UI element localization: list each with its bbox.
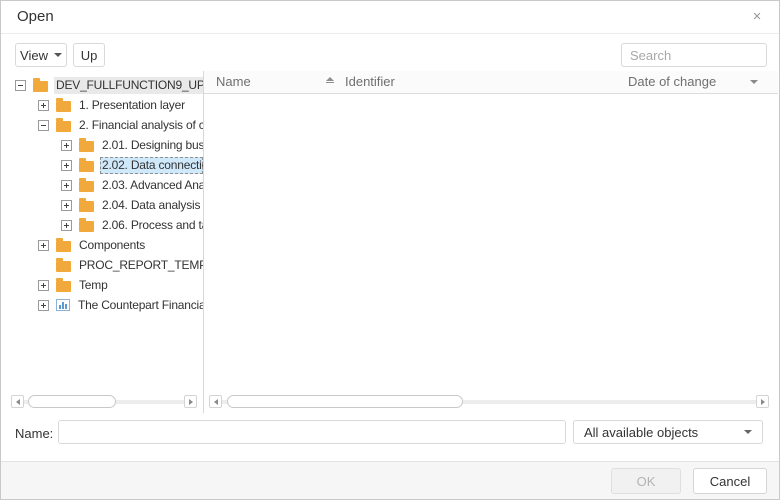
tree-item-label: 1. Presentation layer: [77, 97, 203, 114]
folder-icon: [56, 121, 71, 132]
scroll-right-icon[interactable]: [184, 395, 197, 408]
tree-horizontal-scrollbar: [11, 395, 197, 409]
tree-item-label: 2. Financial analysis of cou: [77, 117, 203, 134]
expand-plus-icon[interactable]: [38, 240, 49, 251]
tree-item-label: 2.04. Data analysis an: [100, 197, 203, 214]
column-header-name[interactable]: Name: [216, 74, 251, 89]
tree-item[interactable]: 2.04. Data analysis an: [2, 195, 203, 215]
tree-item[interactable]: 2.03. Advanced Analyti: [2, 175, 203, 195]
dialog-title: Open: [17, 8, 54, 25]
sort-ascending-icon: [326, 77, 334, 83]
name-input[interactable]: [58, 420, 566, 444]
up-button[interactable]: Up: [73, 43, 105, 67]
tree-item-label: The Countepart Financial A: [76, 297, 203, 314]
tree-item[interactable]: 2.02. Data connection: [2, 155, 203, 175]
folder-icon: [79, 221, 94, 232]
file-list-body: [204, 94, 778, 393]
folder-icon: [79, 201, 94, 212]
tree-item[interactable]: 2. Financial analysis of cou: [2, 115, 203, 135]
tree-item[interactable]: DEV_FULLFUNCTION9_UPD: [2, 75, 203, 95]
footer-bar: OK Cancel: [1, 461, 779, 499]
tree-item-label: PROC_REPORT_TEMPLA: [77, 257, 203, 274]
tree-item-label: 2.03. Advanced Analyti: [100, 177, 203, 194]
folder-icon: [56, 261, 71, 272]
open-dialog: Open × View Up DEV_FULLFUNCTION9_UPD 1. P…: [0, 0, 780, 500]
tree-item[interactable]: PROC_REPORT_TEMPLA: [2, 255, 203, 275]
column-header-date-of-change[interactable]: Date of change: [628, 74, 716, 89]
list-horizontal-scrollbar: [209, 395, 769, 409]
tree-item-label: 2.01. Designing busines: [100, 137, 203, 154]
close-icon[interactable]: ×: [747, 6, 767, 26]
tree-item[interactable]: 2.06. Process and task: [2, 215, 203, 235]
title-bar: Open ×: [1, 1, 779, 34]
scroll-left-icon[interactable]: [11, 395, 24, 408]
up-button-label: Up: [81, 48, 98, 63]
folder-icon: [79, 161, 94, 172]
cancel-button[interactable]: Cancel: [693, 468, 767, 494]
tree-item-label: 2.06. Process and task: [100, 217, 203, 234]
collapse-minus-icon[interactable]: [15, 80, 26, 91]
tree-item-label: 2.02. Data connection: [100, 157, 203, 174]
caret-down-icon: [54, 53, 62, 57]
scroll-left-icon[interactable]: [209, 395, 222, 408]
tree-item-label: DEV_FULLFUNCTION9_UPD: [54, 77, 203, 94]
object-type-value: All available objects: [584, 425, 698, 440]
folder-icon: [33, 81, 48, 92]
folder-icon: [79, 181, 94, 192]
folder-tree: DEV_FULLFUNCTION9_UPD 1. Presentation lay…: [2, 71, 203, 393]
ok-button[interactable]: OK: [611, 468, 681, 494]
expand-plus-icon[interactable]: [38, 100, 49, 111]
folder-icon: [56, 241, 71, 252]
bar-chart-icon: [56, 299, 70, 311]
expand-plus-icon[interactable]: [61, 200, 72, 211]
tree-item[interactable]: 2.01. Designing busines: [2, 135, 203, 155]
tree-item[interactable]: The Countepart Financial A: [2, 295, 203, 315]
view-button-label: View: [20, 48, 48, 63]
tree-item[interactable]: 1. Presentation layer: [2, 95, 203, 115]
file-list-header: Name Identifier Date of change: [204, 71, 778, 94]
scroll-right-icon[interactable]: [756, 395, 769, 408]
expand-plus-icon[interactable]: [61, 140, 72, 151]
folder-icon: [79, 141, 94, 152]
object-type-select[interactable]: All available objects: [573, 420, 763, 444]
expand-plus-icon[interactable]: [61, 160, 72, 171]
expand-plus-icon[interactable]: [61, 180, 72, 191]
column-header-identifier[interactable]: Identifier: [345, 74, 395, 89]
folder-icon: [56, 281, 71, 292]
tree-item[interactable]: Components: [2, 235, 203, 255]
view-button[interactable]: View: [15, 43, 67, 67]
folder-icon: [56, 101, 71, 112]
caret-down-icon: [744, 430, 752, 434]
tree-item-label: Temp: [77, 277, 203, 294]
tree-item-label: Components: [77, 237, 203, 254]
scrollbar-thumb[interactable]: [227, 395, 463, 408]
search-input[interactable]: [621, 43, 767, 67]
scrollbar-thumb[interactable]: [28, 395, 116, 408]
tree-item[interactable]: Temp: [2, 275, 203, 295]
name-label: Name:: [15, 426, 53, 441]
column-menu-icon[interactable]: [750, 80, 758, 84]
expand-plus-icon[interactable]: [61, 220, 72, 231]
expand-plus-icon[interactable]: [38, 280, 49, 291]
expand-plus-icon[interactable]: [38, 300, 49, 311]
collapse-minus-icon[interactable]: [38, 120, 49, 131]
